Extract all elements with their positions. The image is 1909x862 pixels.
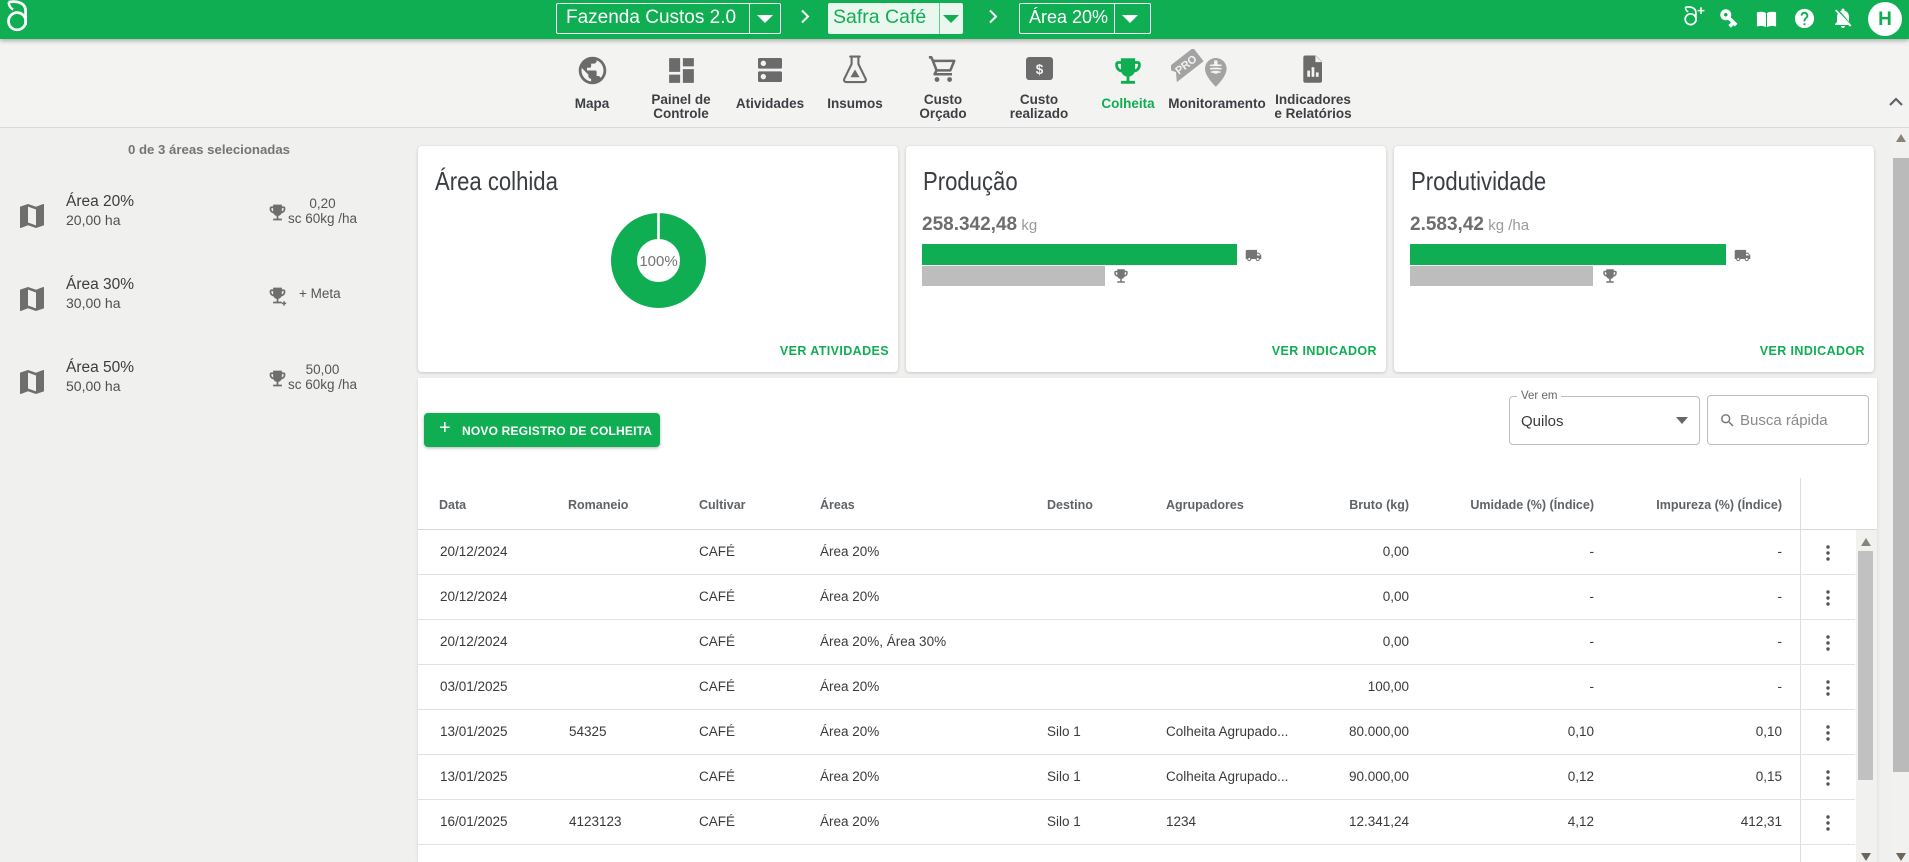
svg-text:100%: 100% bbox=[639, 253, 677, 270]
svg-text:$: $ bbox=[1035, 62, 1043, 77]
